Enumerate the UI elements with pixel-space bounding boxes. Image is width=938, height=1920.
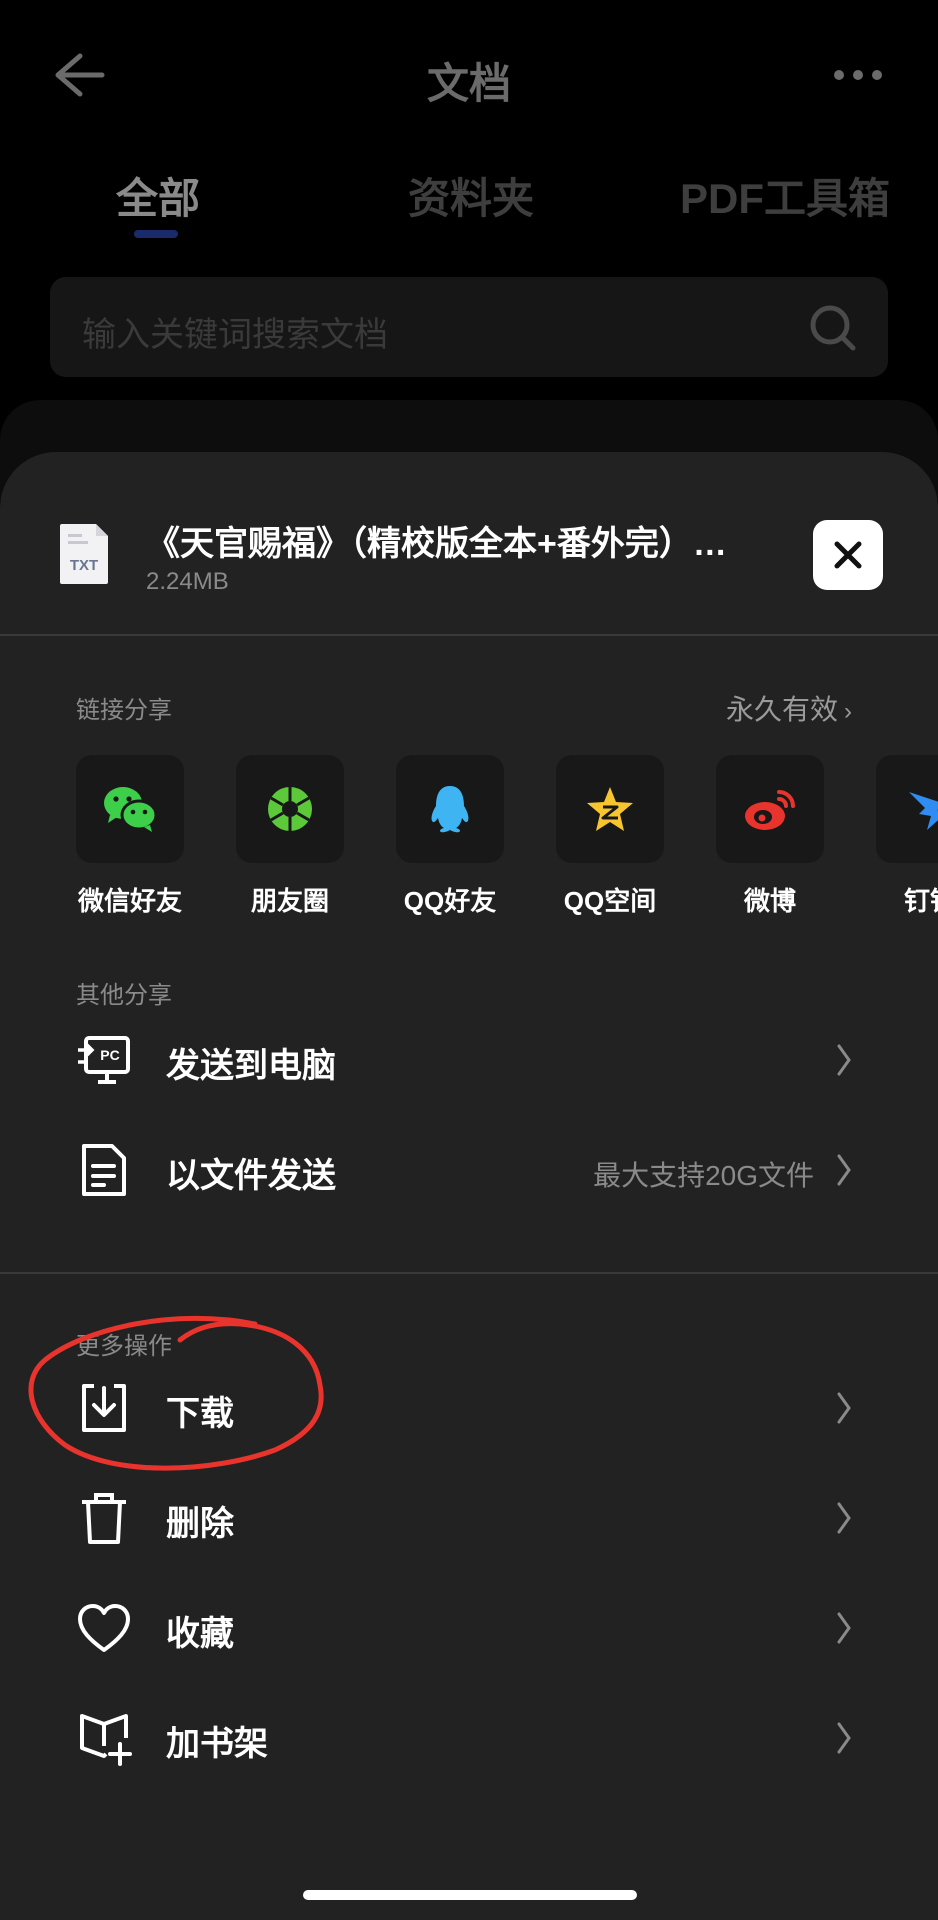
add-to-bookshelf-row[interactable]: 加书架 bbox=[0, 1690, 938, 1790]
tab-active-indicator bbox=[134, 230, 178, 238]
search-icon[interactable] bbox=[808, 303, 858, 353]
tab-pdf-toolbox[interactable]: PDF工具箱 bbox=[680, 165, 890, 226]
annotation-circle bbox=[28, 1315, 324, 1471]
chevron-right-icon: › bbox=[844, 698, 852, 725]
row-label: 以文件发送 bbox=[166, 1157, 336, 1195]
svg-text:PC: PC bbox=[100, 1047, 119, 1063]
section-other-share: 其他分享 bbox=[76, 982, 172, 1009]
delete-row[interactable]: 删除 bbox=[0, 1470, 938, 1570]
share-tile bbox=[396, 755, 504, 863]
search-bar[interactable]: 输入关键词搜索文档 bbox=[50, 277, 888, 377]
favorite-row[interactable]: 收藏 bbox=[0, 1580, 938, 1680]
chevron-right-icon bbox=[837, 1722, 851, 1754]
share-label: QQ好友 bbox=[403, 886, 497, 916]
qzone-icon bbox=[587, 787, 633, 831]
chevron-right-icon bbox=[837, 1154, 851, 1186]
section-link-share: 链接分享 bbox=[76, 697, 172, 724]
trash-icon bbox=[82, 1493, 126, 1544]
share-tile bbox=[876, 755, 938, 863]
tab-folders[interactable]: 资料夹 bbox=[408, 165, 534, 226]
row-hint: 最大支持20G文件 bbox=[593, 1160, 814, 1191]
share-tile bbox=[716, 755, 824, 863]
search-input[interactable]: 输入关键词搜索文档 bbox=[82, 307, 388, 356]
close-button[interactable] bbox=[813, 520, 883, 590]
wechat-icon bbox=[104, 787, 158, 832]
home-indicator[interactable] bbox=[303, 1890, 637, 1900]
link-validity-value: 永久有效 bbox=[725, 694, 838, 725]
more-button[interactable] bbox=[833, 60, 883, 90]
file-type-label: TXT bbox=[70, 557, 98, 574]
file-size: 2.24MB bbox=[146, 568, 229, 595]
row-label: 收藏 bbox=[166, 1615, 234, 1653]
share-label: 朋友圈 bbox=[250, 886, 329, 916]
share-label: 钉钉 bbox=[903, 886, 938, 916]
dingtalk-icon bbox=[909, 792, 938, 830]
qq-icon bbox=[431, 786, 469, 833]
close-icon bbox=[834, 541, 862, 569]
page-title: 文档 bbox=[426, 60, 511, 107]
chevron-right-icon bbox=[837, 1612, 851, 1644]
more-dots-icon bbox=[834, 70, 882, 80]
file-header: TXT 《天官赐福》（精校版全本+番外完）… 2.24MB bbox=[0, 452, 938, 636]
txt-file-icon: TXT bbox=[60, 524, 108, 584]
share-label: QQ空间 bbox=[563, 886, 657, 916]
bookshelf-add-icon bbox=[80, 1714, 132, 1766]
tab-all[interactable]: 全部 bbox=[116, 165, 200, 226]
share-label: 微博 bbox=[743, 886, 796, 916]
chevron-right-icon bbox=[837, 1044, 851, 1076]
send-to-pc-icon: PC bbox=[78, 1036, 130, 1084]
share-tile bbox=[556, 755, 664, 863]
section-divider bbox=[0, 1272, 938, 1274]
send-to-pc-row[interactable]: PC 发送到电脑 bbox=[0, 1012, 938, 1112]
share-tile bbox=[236, 755, 344, 863]
weibo-icon bbox=[745, 790, 795, 830]
share-tile bbox=[76, 755, 184, 863]
row-label: 发送到电脑 bbox=[166, 1047, 336, 1085]
chevron-right-icon bbox=[837, 1392, 851, 1424]
moments-icon bbox=[268, 787, 312, 831]
chevron-right-icon bbox=[837, 1502, 851, 1534]
share-targets-row[interactable]: 微信好友 朋友圈 QQ好友 QQ空间 微博 钉 bbox=[0, 755, 938, 935]
file-name: 《天官赐福》（精校版全本+番外完）… bbox=[146, 525, 727, 563]
send-as-file-row[interactable]: 以文件发送 最大支持20G文件 bbox=[0, 1122, 938, 1222]
link-validity-selector[interactable]: 永久有效 › bbox=[726, 688, 852, 728]
heart-icon bbox=[78, 1604, 130, 1652]
row-label: 删除 bbox=[166, 1505, 234, 1543]
file-icon bbox=[82, 1144, 126, 1196]
row-label: 加书架 bbox=[166, 1725, 268, 1763]
share-label: 微信好友 bbox=[77, 886, 182, 916]
share-bottom-sheet: TXT 《天官赐福》（精校版全本+番外完）… 2.24MB 链接分享 永久有效 › bbox=[0, 452, 938, 1920]
top-nav: 文档 bbox=[0, 0, 938, 150]
